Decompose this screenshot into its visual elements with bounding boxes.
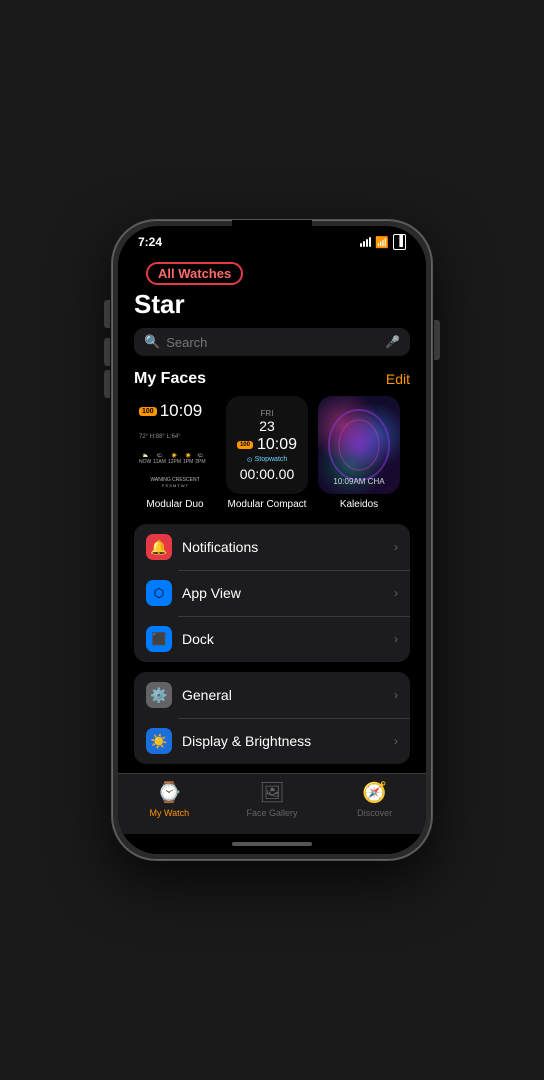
display-brightness-label: Display & Brightness [182, 733, 384, 749]
face-label-modular-compact: Modular Compact [228, 499, 307, 510]
face-label-kaleidoscope: Kaleidos [340, 499, 378, 510]
edit-button[interactable]: Edit [386, 371, 410, 387]
face-item-modular-duo[interactable]: 100 10:09 72° H:88° L:64° ⛅NOW 🌤11AM ☀️1… [134, 396, 216, 510]
kaleido-time: 10:09AM CHA [318, 477, 400, 486]
face-preview-kaleidoscope: 10:09AM CHA [318, 396, 400, 494]
menu-item-general[interactable]: ⚙️ General › [134, 672, 410, 718]
face-weather: 72° H:88° L:64° [139, 434, 211, 440]
all-watches-button[interactable]: All Watches [146, 262, 243, 285]
face-item-kaleidoscope[interactable]: 10:09AM CHA Kaleidos [318, 396, 400, 510]
tab-bar: ⌚ My Watch 🖼 Face Gallery 🧭 Discover [118, 773, 426, 834]
menu-item-display-brightness[interactable]: ☀️ Display & Brightness › [134, 718, 410, 764]
my-faces-title: My Faces [134, 370, 206, 388]
notifications-icon: 🔔 [146, 534, 172, 560]
page-title: Star [118, 287, 426, 328]
face-gallery-icon: 🖼 [259, 780, 284, 805]
dock-icon: ⬛ [146, 626, 172, 652]
menu-item-app-view[interactable]: ⬡ App View › [134, 570, 410, 616]
app-view-icon: ⬡ [146, 580, 172, 606]
home-bar [232, 842, 312, 846]
face-label-modular-duo: Modular Duo [146, 499, 203, 510]
microphone-icon[interactable]: 🎤 [385, 335, 400, 349]
general-chevron: › [394, 688, 398, 702]
face-gallery-label: Face Gallery [246, 808, 297, 818]
general-icon: ⚙️ [146, 682, 172, 708]
tab-discover[interactable]: 🧭 Discover [323, 780, 426, 818]
face-badge: 100 [139, 407, 157, 416]
search-bar[interactable]: 🔍 🎤 [134, 328, 410, 356]
general-label: General [182, 687, 384, 703]
display-brightness-chevron: › [394, 734, 398, 748]
menu-section-1: 🔔 Notifications › ⬡ App View › ⬛ Dock › [134, 524, 410, 662]
notifications-label: Notifications [182, 539, 384, 555]
dock-label: Dock [182, 631, 384, 647]
watch-faces-row: 100 10:09 72° H:88° L:64° ⛅NOW 🌤11AM ☀️1… [118, 396, 426, 524]
signal-icon [360, 237, 371, 247]
menu-item-notifications[interactable]: 🔔 Notifications › [134, 524, 410, 570]
face-weather-icons: ⛅NOW 🌤11AM ☀️12PM ☀️1PM 🌤2PM [139, 453, 211, 465]
display-brightness-icon: ☀️ [146, 728, 172, 754]
face-preview-modular-duo: 100 10:09 72° H:88° L:64° ⛅NOW 🌤11AM ☀️1… [134, 396, 216, 494]
tab-my-watch[interactable]: ⌚ My Watch [118, 780, 221, 818]
status-icons: 📶 ▐ [360, 234, 406, 250]
my-watch-icon: ⌚ [157, 780, 182, 805]
search-input[interactable] [166, 335, 379, 350]
my-faces-header: My Faces Edit [118, 370, 426, 396]
tab-face-gallery[interactable]: 🖼 Face Gallery [221, 780, 324, 818]
stopwatch-time: 00:00.00 [240, 466, 295, 482]
phone-frame: 7:24 📶 ▐ All Watches Star [112, 220, 432, 860]
phone-screen: 7:24 📶 ▐ All Watches Star [118, 226, 426, 854]
battery-icon: ▐ [393, 234, 406, 250]
compact-badge: 100 [237, 441, 253, 449]
app-view-label: App View [182, 585, 384, 601]
compact-date: FRI 23 [259, 409, 275, 434]
face-preview-modular-compact: FRI 23 100 10:09 ⊙ Stopwatch 00:00.00 [226, 396, 308, 494]
stopwatch-label: ⊙ Stopwatch [247, 456, 288, 464]
menu-section-2: ⚙️ General › ☀️ Display & Brightness › [134, 672, 410, 764]
discover-label: Discover [357, 808, 392, 818]
menu-item-dock[interactable]: ⬛ Dock › [134, 616, 410, 662]
notch [232, 220, 312, 238]
face-item-modular-compact[interactable]: FRI 23 100 10:09 ⊙ Stopwatch 00:00.00 [226, 396, 308, 510]
search-icon: 🔍 [144, 334, 160, 350]
home-indicator [118, 834, 426, 854]
dock-chevron: › [394, 632, 398, 646]
wifi-icon: 📶 [375, 236, 389, 249]
notifications-chevron: › [394, 540, 398, 554]
app-view-chevron: › [394, 586, 398, 600]
face-moon-phase: WANING CRESCENT F S S M T W T [139, 477, 211, 489]
status-time: 7:24 [138, 235, 162, 249]
discover-icon: 🧭 [362, 780, 387, 805]
main-content: All Watches Star 🔍 🎤 My Faces Edit [118, 254, 426, 773]
compact-time: 10:09 [257, 436, 297, 454]
my-watch-label: My Watch [150, 808, 190, 818]
